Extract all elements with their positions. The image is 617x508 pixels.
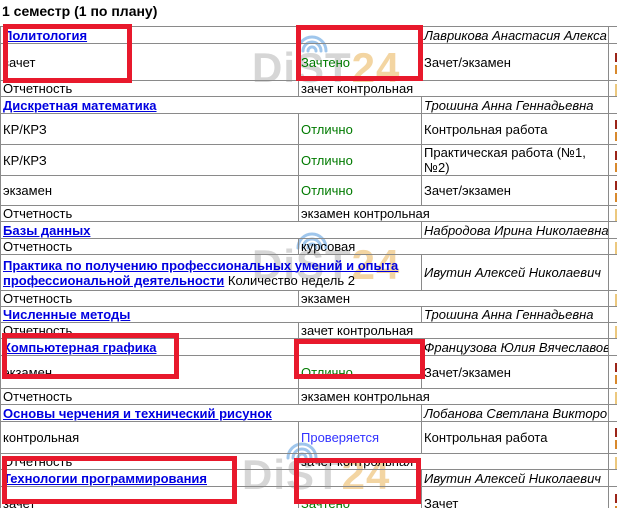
report-row: Отчетность экзамен контрольная [1,206,617,222]
report-label: Отчетность [1,323,299,339]
report-value: экзамен контрольная [299,206,609,222]
assessment-type: Контрольная работа [422,422,609,454]
assessment-type: Зачет/экзамен [422,44,609,81]
grade-row: КР/КРЗ Отлично Практическая работа (№1, … [1,145,617,176]
clipped-cell [609,356,617,389]
grade-row: зачет Зачтено Зачет/экзамен [1,44,617,81]
grade-row: экзамен Отлично Зачет/экзамен [1,176,617,206]
report-label: Отчетность [1,291,299,307]
clipped-cell [609,114,617,145]
report-value: экзамен контрольная [299,389,609,405]
semester-title: 1 семестр (1 по плану) [2,3,157,19]
subject-link-tehnologii-programmirovaniya[interactable]: Технологии программирования [3,471,207,486]
assessment-form: КР/КРЗ [1,145,299,176]
subject-link-diskretnaya-matematika[interactable]: Дискретная математика [3,98,157,113]
grade-row: экзамен Отлично Зачет/экзамен [1,356,617,389]
report-label: Отчетность [1,239,299,255]
report-row: Отчетность зачет контрольная [1,323,617,339]
report-label: Отчетность [1,206,299,222]
report-row: Отчетность зачет контрольная [1,81,617,97]
teacher-name: Ивутин Алексей Николаевич [422,470,609,487]
assessment-type: Практическая работа (№1, №2) [422,145,609,176]
clipped-cell [609,487,617,508]
subject-row: Численные методы Трошина Анна Геннадьевн… [1,307,617,323]
clipped-cell [609,323,617,339]
clipped-cell [609,307,617,323]
clipped-cell [609,145,617,176]
grade-value: Отлично [299,114,422,145]
grade-row: контрольная Проверяется Контрольная рабо… [1,422,617,454]
clipped-cell [609,44,617,81]
teacher-name: Трошина Анна Геннадьевна [422,97,609,114]
assessment-form: контрольная [1,422,299,454]
subject-row: Компьютерная графика Французова Юлия Вяч… [1,339,617,356]
grade-value: Отлично [299,145,422,176]
subject-link-politologiya[interactable]: Политология [3,28,87,43]
grade-row: зачет Зачтено Зачет [1,487,617,508]
clipped-cell [609,405,617,422]
report-row: Отчетность экзамен контрольная [1,389,617,405]
report-value: зачет контрольная [299,81,609,97]
clipped-cell [609,81,617,97]
assessment-form: экзамен [1,356,299,389]
assessment-type: Зачет/экзамен [422,356,609,389]
teacher-name: Лобанова Светлана Викторо [422,405,609,422]
teacher-name: Набродова Ирина Николаевна [422,222,609,239]
clipped-cell [609,206,617,222]
clipped-cell [609,454,617,470]
report-label: Отчетность [1,389,299,405]
subject-extra-weeks: Количество недель 2 [228,273,355,288]
report-value: зачет контрольная [299,454,609,470]
clipped-cell [609,291,617,307]
clipped-cell [609,470,617,487]
report-value: зачет контрольная [299,323,609,339]
subject-row: Практика по получению профессиональных у… [1,255,617,291]
report-row: Отчетность зачет контрольная [1,454,617,470]
assessment-form: зачет [1,44,299,81]
assessment-form: экзамен [1,176,299,206]
clipped-cell [609,339,617,356]
subject-row: Базы данных Набродова Ирина Николаевна [1,222,617,239]
gradebook-screen: 1 семестр (1 по плану) DiST24 DiST24 DiS… [0,0,617,508]
clipped-cell [609,239,617,255]
subject-row: Политология Лаврикова Анастасия Алекса [1,27,617,44]
report-label: Отчетность [1,81,299,97]
teacher-name: Трошина Анна Геннадьевна [422,307,609,323]
assessment-type: Зачет [422,487,609,508]
subject-link-chislennye-metody[interactable]: Численные методы [3,307,130,322]
grade-value: Зачтено [299,44,422,81]
clipped-cell [609,176,617,206]
teacher-name: Ивутин Алексей Николаевич [422,255,609,291]
report-row: Отчетность экзамен [1,291,617,307]
clipped-cell [609,222,617,239]
grade-value: Проверяется [299,422,422,454]
clipped-cell [609,27,617,44]
assessment-type: Контрольная работа [422,114,609,145]
teacher-name: Французова Юлия Вячеславове [422,339,609,356]
subject-row: Дискретная математика Трошина Анна Генна… [1,97,617,114]
clipped-cell [609,389,617,405]
report-value: курсовая [299,239,609,255]
assessment-form: зачет [1,487,299,508]
subject-row: Технологии программирования Ивутин Алекс… [1,470,617,487]
clipped-cell [609,97,617,114]
report-row: Отчетность курсовая [1,239,617,255]
assessment-form: КР/КРЗ [1,114,299,145]
grade-value: Зачтено [299,487,422,508]
semester-table: Политология Лаврикова Анастасия Алекса з… [0,26,617,508]
report-value: экзамен [299,291,609,307]
report-label: Отчетность [1,454,299,470]
subject-link-bazy-dannyh[interactable]: Базы данных [3,223,90,238]
clipped-cell [609,422,617,454]
grade-row: КР/КРЗ Отлично Контрольная работа [1,114,617,145]
subject-row: Основы черчения и технический рисунок Ло… [1,405,617,422]
clipped-cell [609,255,617,291]
subject-link-osnovy-chercheniya[interactable]: Основы черчения и технический рисунок [3,406,272,421]
assessment-type: Зачет/экзамен [422,176,609,206]
grade-value: Отлично [299,176,422,206]
teacher-name: Лаврикова Анастасия Алекса [422,27,609,44]
grade-value: Отлично [299,356,422,389]
subject-link-kompyuternaya-grafika[interactable]: Компьютерная графика [3,340,156,355]
